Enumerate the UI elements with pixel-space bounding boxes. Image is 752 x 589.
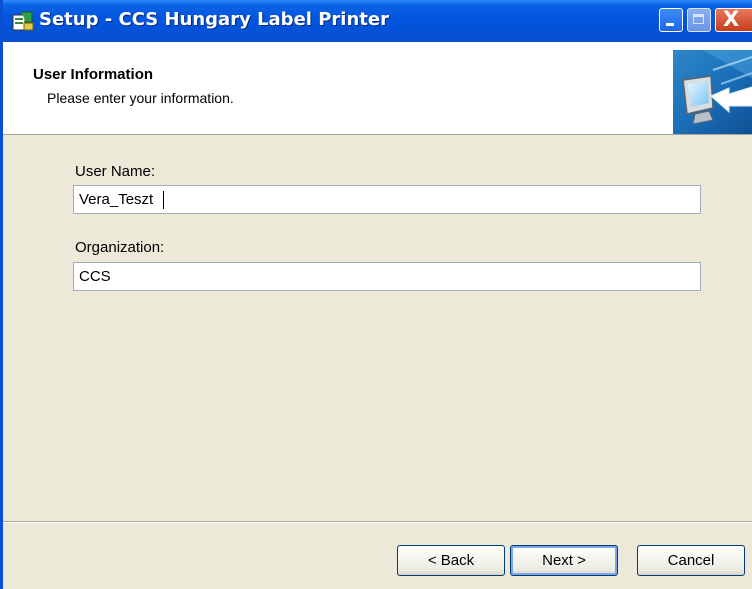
page-subtitle: Please enter your information. [47,90,234,106]
organization-input[interactable]: CCS [73,262,701,291]
close-icon: X [723,7,740,31]
window-title: Setup - CCS Hungary Label Printer [39,9,389,30]
user-name-input[interactable]: Vera_Teszt [73,185,701,214]
organization-label: Organization: [75,239,165,256]
computer-arrow-icon [673,50,752,134]
setup-window: Setup - CCS Hungary Label Printer X User… [0,0,752,589]
footer-divider [3,521,752,523]
cancel-button[interactable]: Cancel [637,545,745,576]
page-title: User Information [33,66,154,83]
close-button[interactable]: X [715,7,752,32]
title-bar[interactable]: Setup - CCS Hungary Label Printer X [3,0,752,42]
setup-app-icon [12,11,34,31]
next-button[interactable]: Next > [510,545,618,576]
minimize-button[interactable] [659,8,683,32]
organization-value: CCS [79,268,111,285]
back-button[interactable]: < Back [397,545,505,576]
maximize-button[interactable] [687,8,711,32]
text-caret [163,191,164,209]
wizard-header: User Information Please enter your infor… [3,42,752,135]
user-name-label: User Name: [75,163,156,180]
user-name-value: Vera_Teszt [79,191,154,208]
